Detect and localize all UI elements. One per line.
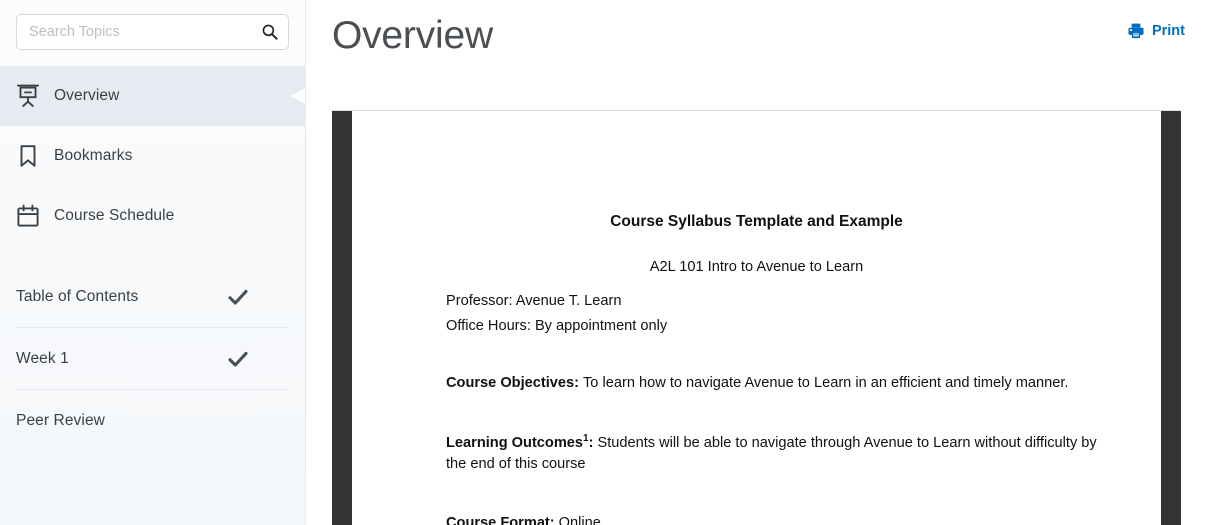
document-page: Course Syllabus Template and Example A2L… — [352, 111, 1161, 525]
document-right-rail — [1161, 111, 1181, 525]
content-header: Overview Print — [306, 0, 1210, 110]
page-title: Overview — [332, 14, 493, 57]
document-section-course-objectives: Course Objectives: To learn how to naviga… — [352, 339, 1161, 394]
toc-item-label: Peer Review — [16, 411, 105, 429]
section-body: To learn how to navigate Avenue to Learn… — [583, 375, 1069, 391]
toc-item-label: Week 1 — [16, 349, 69, 367]
active-indicator-notch — [285, 66, 305, 126]
presentation-screen-icon — [15, 83, 41, 109]
sidebar-item-overview[interactable]: Overview — [0, 66, 305, 126]
section-heading: Course Objectives: — [446, 375, 580, 391]
toc-item-table-of-contents[interactable]: Table of Contents — [16, 266, 289, 328]
document-body: Course Syllabus Template and Example A2L… — [352, 111, 1161, 525]
checkmark-icon — [227, 286, 249, 308]
document-viewer[interactable]: Course Syllabus Template and Example A2L… — [332, 110, 1181, 525]
sidebar-item-bookmarks[interactable]: Bookmarks — [0, 126, 305, 186]
document-office-hours-line: Office Hours: By appointment only — [446, 318, 668, 334]
document-section-course-format: Course Format: Online — [352, 475, 1161, 525]
bookmark-icon — [15, 143, 41, 169]
toc-item-label: Table of Contents — [16, 287, 139, 305]
sidebar-item-course-schedule[interactable]: Course Schedule — [0, 186, 305, 246]
search-box[interactable] — [16, 14, 289, 50]
search-input[interactable] — [17, 15, 288, 49]
print-button[interactable]: Print — [1127, 22, 1185, 40]
app-root: Overview Bookmarks — [0, 0, 1210, 525]
section-heading-suffix: : — [588, 434, 594, 451]
search-container — [0, 0, 305, 50]
table-of-contents-list: Table of Contents Week 1 Peer Review — [0, 266, 305, 451]
printer-icon — [1127, 22, 1145, 40]
calendar-icon — [15, 203, 41, 229]
section-heading: Course Format: — [446, 514, 555, 525]
toc-item-peer-review[interactable]: Peer Review — [16, 390, 289, 451]
document-title: Course Syllabus Template and Example — [610, 213, 903, 230]
sidebar-item-label: Overview — [54, 87, 120, 104]
print-button-label: Print — [1151, 23, 1185, 39]
sidebar-nav: Overview Bookmarks Course Schedule — [0, 66, 305, 246]
sidebar: Overview Bookmarks — [0, 0, 306, 525]
document-left-rail — [332, 111, 352, 525]
document-section-learning-outcomes: Learning Outcomes1: Students will be able… — [352, 394, 1161, 475]
document-subtitle: A2L 101 Intro to Avenue to Learn — [649, 259, 864, 275]
search-icon[interactable] — [261, 23, 279, 41]
section-body: Online — [558, 514, 601, 525]
section-heading: Learning Outcomes1: — [446, 433, 594, 451]
section-heading-text: Learning Outcomes — [446, 434, 584, 451]
main-content: Overview Print Course Syllabus Template … — [306, 0, 1210, 525]
sidebar-item-label: Course Schedule — [54, 207, 175, 224]
sidebar-item-label: Bookmarks — [54, 147, 133, 164]
toc-item-week-1[interactable]: Week 1 — [16, 328, 289, 390]
document-professor-line: Professor: Avenue T. Learn — [446, 293, 622, 309]
checkmark-icon — [227, 348, 249, 370]
